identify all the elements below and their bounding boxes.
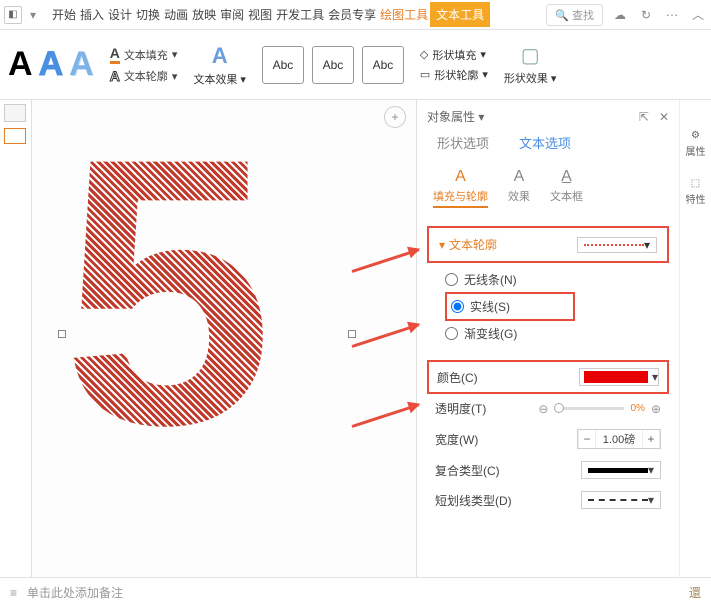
width-value: 1.00磅: [596, 431, 642, 447]
slide-thumb-1[interactable]: [4, 128, 26, 144]
color-picker[interactable]: ▾: [579, 368, 659, 386]
annotation-arrow: [352, 323, 420, 347]
radio-gradient-line[interactable]: 渐变线(G): [445, 321, 651, 346]
outline-preview[interactable]: ▾: [577, 237, 657, 253]
shape-fill-label: 形状填充: [432, 47, 476, 63]
close-icon[interactable]: ✕: [659, 110, 669, 124]
radio-no-line[interactable]: 无线条(N): [445, 267, 651, 292]
resize-handle[interactable]: [58, 330, 66, 338]
compound-label: 复合类型(C): [435, 462, 500, 479]
cloud-icon[interactable]: ☁: [611, 6, 629, 24]
more-icon[interactable]: ⋯: [663, 6, 681, 24]
panel-tabs: 形状选项 文本选项: [427, 133, 669, 162]
shape-effect-button[interactable]: ▢ 形状效果 ▾: [504, 43, 557, 86]
notes-icon[interactable]: ≡: [10, 586, 17, 600]
footer-right[interactable]: 還: [689, 584, 701, 601]
text-outline-heading[interactable]: 文本轮廓: [449, 238, 497, 252]
menu-slideshow[interactable]: 放映: [190, 2, 218, 27]
notes-placeholder[interactable]: 单击此处添加备注: [27, 584, 123, 601]
opacity-value: 0%: [630, 403, 644, 414]
shape-effect-label: 形状效果: [504, 73, 548, 85]
compound-row: 复合类型(C) ▾: [427, 455, 669, 485]
search-input[interactable]: 🔍 查找: [546, 4, 603, 26]
panel-title: 对象属性: [427, 110, 475, 124]
annotation-arrow: [352, 248, 420, 272]
text-fill-label: 文本填充: [124, 47, 168, 63]
opacity-label: 透明度(T): [435, 400, 486, 417]
properties-panel: 对象属性 ▾ ⇱ ✕ 形状选项 文本选项 A填充与轮廓 A效果 A̲文本框 ▾ 文本…: [416, 100, 711, 577]
topbar: ◧ ▾ 开始 插入 设计 切换 动画 放映 审阅 视图 开发工具 会员专享 绘图…: [0, 0, 711, 30]
panel-subtabs: A填充与轮廓 A效果 A̲文本框: [427, 162, 669, 212]
menu-view[interactable]: 视图: [246, 2, 274, 27]
line-type-radios: 无线条(N) 实线(S) 渐变线(G): [427, 263, 669, 350]
menu-draw-tool[interactable]: 绘图工具: [378, 2, 430, 27]
add-slide-button[interactable]: +: [384, 106, 406, 128]
width-row: 宽度(W) − 1.00磅 +: [427, 423, 669, 455]
shape-style-1[interactable]: Abc: [262, 46, 304, 84]
color-label: 颜色(C): [437, 369, 478, 386]
search-placeholder: 查找: [572, 10, 594, 22]
tab-shape-options[interactable]: 形状选项: [437, 133, 489, 156]
pin-icon[interactable]: ⇱: [639, 110, 649, 124]
subtab-fill-outline[interactable]: A填充与轮廓: [433, 168, 488, 208]
shape-outline-button[interactable]: ▭ 形状轮廓 ▾: [420, 67, 488, 83]
text-content-5: 5: [62, 130, 352, 453]
subtab-textbox[interactable]: A̲文本框: [550, 168, 583, 208]
text-fill-button[interactable]: A文本填充 ▾: [110, 45, 178, 64]
chevron-up-icon[interactable]: ︿: [689, 6, 707, 24]
dash-label: 短划线类型(D): [435, 492, 512, 509]
app-icon[interactable]: ◧: [4, 6, 22, 24]
side-properties[interactable]: ⚙属性: [686, 130, 706, 158]
selected-object[interactable]: 5: [62, 130, 352, 540]
cube-icon: ⬚: [691, 178, 700, 189]
opacity-row: 透明度(T) ⊖ 0% ⊕: [427, 394, 669, 423]
opacity-slider[interactable]: ⊖ 0% ⊕: [538, 402, 661, 416]
shape-fill-button[interactable]: ◇ 形状填充 ▾: [420, 47, 488, 63]
width-label: 宽度(W): [435, 431, 478, 448]
shape-outline-label: 形状轮廓: [434, 67, 478, 83]
footer: ≡ 单击此处添加备注 還: [0, 577, 711, 607]
slide-thumbnails: [0, 100, 32, 577]
tab-text-options[interactable]: 文本选项: [519, 133, 571, 156]
menu-insert[interactable]: 插入: [78, 2, 106, 27]
shape-styles: Abc Abc Abc: [262, 46, 404, 84]
shape-style-3[interactable]: Abc: [362, 46, 404, 84]
menu-text-tool[interactable]: 文本工具: [430, 2, 490, 27]
dash-row: 短划线类型(D) ▾: [427, 485, 669, 515]
shape-format-group: ◇ 形状填充 ▾ ▭ 形状轮廓 ▾: [420, 47, 488, 83]
refresh-icon[interactable]: ↻: [637, 6, 655, 24]
compound-picker[interactable]: ▾: [581, 461, 661, 479]
shape-style-2[interactable]: Abc: [312, 46, 354, 84]
wordart-style-2[interactable]: A: [39, 45, 64, 84]
thumbnail-tab[interactable]: [4, 104, 26, 122]
side-features[interactable]: ⬚特性: [686, 178, 706, 206]
width-decrease[interactable]: −: [578, 430, 596, 448]
radio-solid-line[interactable]: 实线(S): [451, 294, 569, 319]
width-increase[interactable]: +: [642, 430, 660, 448]
main-area: + 5 对象属性 ▾ ⇱ ✕ 形状选项 文本选项 A填充与轮廓 A效果 A̲文本框: [0, 100, 711, 577]
text-outline-section: ▾文本轮廓 ▾: [427, 226, 669, 263]
menu-transition[interactable]: 切换: [134, 2, 162, 27]
menu-devtools[interactable]: 开发工具: [274, 2, 326, 27]
main-menu: 开始 插入 设计 切换 动画 放映 审阅 视图 开发工具 会员专享 绘图工具 文…: [50, 2, 490, 27]
subtab-effect[interactable]: A效果: [508, 168, 530, 208]
menu-animation[interactable]: 动画: [162, 2, 190, 27]
dash-picker[interactable]: ▾: [581, 491, 661, 509]
color-row: 颜色(C) ▾: [429, 362, 667, 392]
canvas[interactable]: + 5: [32, 100, 416, 577]
panel-header: 对象属性 ▾ ⇱✕: [427, 106, 669, 133]
wordart-style-1[interactable]: A: [8, 45, 33, 84]
menu-design[interactable]: 设计: [106, 2, 134, 27]
menu-review[interactable]: 审阅: [218, 2, 246, 27]
chevron-down-icon[interactable]: ▾: [24, 6, 42, 24]
menu-member[interactable]: 会员专享: [326, 2, 378, 27]
sliders-icon: ⚙: [691, 130, 700, 141]
annotation-arrow: [352, 403, 420, 427]
panel-sidebar: ⚙属性 ⬚特性: [679, 100, 711, 577]
menu-start[interactable]: 开始: [50, 2, 78, 27]
resize-handle[interactable]: [348, 330, 356, 338]
width-stepper[interactable]: − 1.00磅 +: [577, 429, 661, 449]
